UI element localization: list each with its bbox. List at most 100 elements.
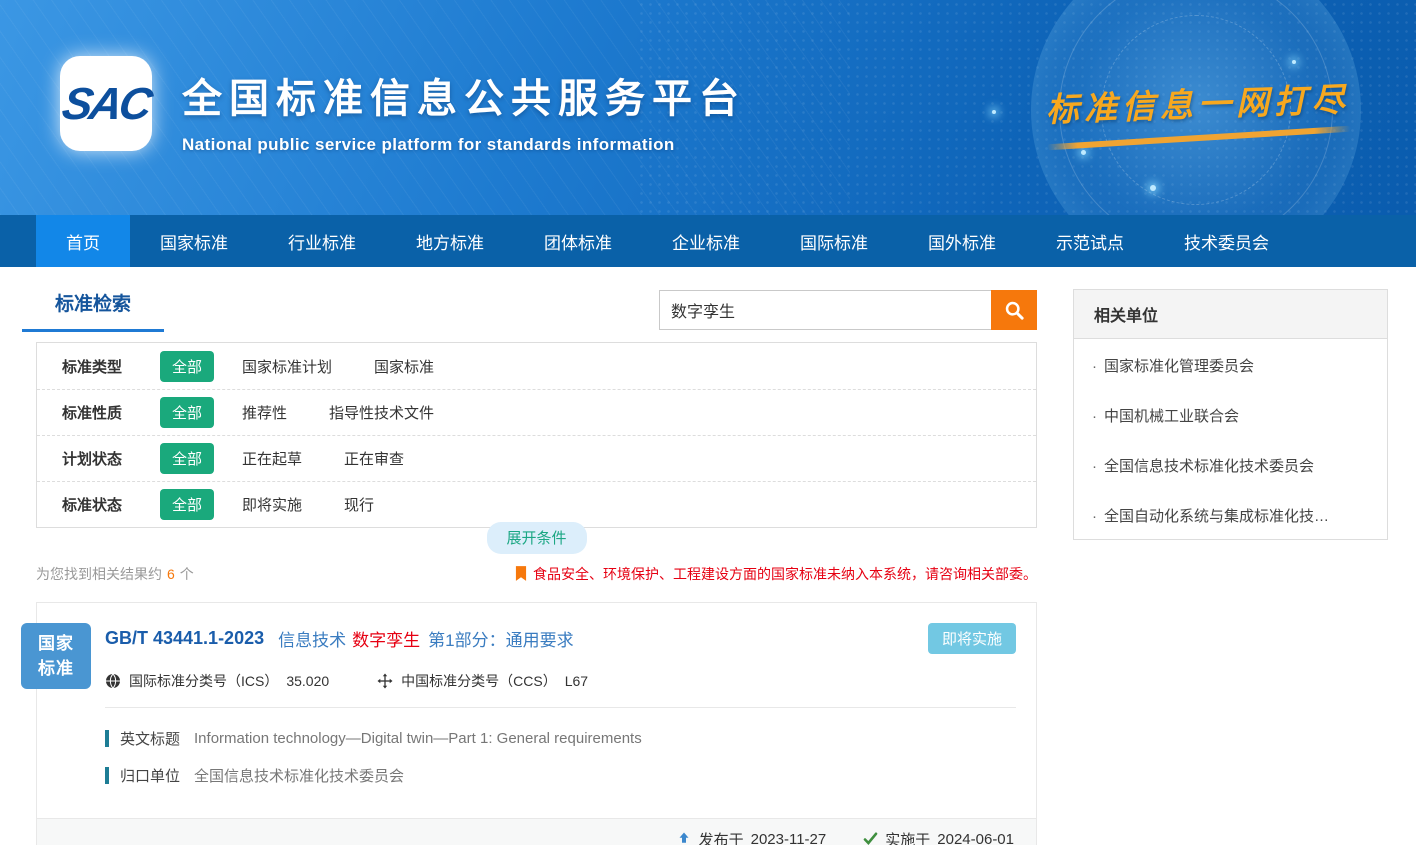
- related-units-panel: 相关单位 ·国家标准化管理委员会 ·中国机械工业联合会 · 全国信息技术标准化技术…: [1073, 289, 1388, 540]
- published-date-item: 发布于 2023-11-27: [676, 829, 827, 845]
- expand-conditions-button[interactable]: 展开条件: [486, 522, 586, 554]
- standard-title-row: GB/T 43441.1-2023 信息技术 数字孪生 第1部分：通用要求 即将…: [105, 623, 1016, 654]
- ccs-label: 中国标准分类号（CCS）: [401, 671, 557, 691]
- sidebar-item-it-standardization-committee[interactable]: · 全国信息技术标准化技术委员会: [1074, 439, 1387, 489]
- related-units-title: 相关单位: [1074, 290, 1387, 339]
- content-area: 标准检索 标准类型 全部 国家标准计划 国家标准 标准性质 全部 推荐性: [0, 267, 1416, 845]
- site-subtitle: National public service platform for sta…: [182, 135, 746, 155]
- main-nav: 首页 国家标准 行业标准 地方标准 团体标准 企业标准 国际标准 国外标准 示范…: [0, 215, 1416, 267]
- standard-title-part[interactable]: 第1部分：通用要求: [428, 626, 573, 651]
- filter-option[interactable]: 正在起草: [242, 448, 302, 469]
- results-count-prefix: 为您找到相关结果约: [36, 566, 162, 582]
- sidebar: 相关单位 ·国家标准化管理委员会 ·中国机械工业联合会 · 全国信息技术标准化技术…: [1073, 289, 1388, 845]
- card-details: 英文标题 Information technology—Digital twin…: [37, 708, 1036, 804]
- nav-item-technical-committee[interactable]: 技术委员会: [1154, 215, 1299, 267]
- sac-logo[interactable]: SAC: [60, 56, 152, 151]
- filter-all-button[interactable]: 全部: [160, 397, 214, 428]
- spark-dot: [1292, 60, 1296, 64]
- nav-item-home[interactable]: 首页: [36, 215, 130, 267]
- filter-all-button[interactable]: 全部: [160, 443, 214, 474]
- results-count-number: 6: [167, 566, 175, 582]
- nav-item-international-standards[interactable]: 国际标准: [770, 215, 898, 267]
- nav-item-enterprise-standards[interactable]: 企业标准: [642, 215, 770, 267]
- bullet: ·: [1092, 458, 1097, 475]
- spark-dot: [992, 110, 996, 114]
- filter-option[interactable]: 指导性技术文件: [329, 402, 434, 423]
- filter-option[interactable]: 即将实施: [242, 494, 302, 515]
- teal-bar: [105, 767, 109, 784]
- search-input[interactable]: [659, 290, 991, 330]
- sidebar-item-automation-committee[interactable]: · 全国自动化系统与集成标准化技…: [1074, 489, 1387, 539]
- english-title-row: 英文标题 Information technology—Digital twin…: [105, 728, 1016, 749]
- ics-meta: 国际标准分类号（ICS） 35.020: [105, 671, 329, 691]
- ics-label: 国际标准分类号（ICS）: [129, 671, 278, 691]
- filter-label: 标准状态: [62, 494, 160, 515]
- classification-row: 国际标准分类号（ICS） 35.020 中国标准分类号（CCS） L67: [105, 671, 1016, 708]
- detail-value: Information technology—Digital twin—Part…: [194, 730, 642, 747]
- compass-arrows-icon: [377, 673, 393, 689]
- results-count: 为您找到相关结果约 6个: [36, 564, 194, 584]
- spark-dot: [1081, 150, 1086, 155]
- standard-title-highlight[interactable]: 数字孪生: [352, 626, 420, 651]
- filter-row-standard-nature: 标准性质 全部 推荐性 指导性技术文件: [37, 389, 1036, 435]
- bullet: ·: [1092, 508, 1097, 525]
- implemented-date-item: 实施于 2024-06-01: [862, 829, 1014, 845]
- results-summary-row: 为您找到相关结果约 6个 食品安全、环境保护、工程建设方面的国家标准未纳入本系统，…: [36, 564, 1037, 584]
- filter-label: 计划状态: [62, 448, 160, 469]
- nav-item-national-standards[interactable]: 国家标准: [130, 215, 258, 267]
- filter-label: 标准类型: [62, 356, 160, 377]
- search-section: 标准检索: [36, 289, 1037, 332]
- bullet: ·: [1092, 358, 1097, 375]
- main-column: 标准检索 标准类型 全部 国家标准计划 国家标准 标准性质 全部 推荐性: [36, 289, 1037, 845]
- standard-result-card: 国家 标准 GB/T 43441.1-2023 信息技术 数字孪生 第1部分：通…: [36, 602, 1037, 845]
- implemented-date: 2024-06-01: [937, 831, 1014, 845]
- card-header: GB/T 43441.1-2023 信息技术 数字孪生 第1部分：通用要求 即将…: [37, 603, 1036, 708]
- card-footer: 发布于 2023-11-27 实施于 2024-06-01: [37, 818, 1036, 845]
- upload-arrow-icon: [676, 832, 692, 845]
- sidebar-item-sac[interactable]: ·国家标准化管理委员会: [1074, 339, 1387, 389]
- ics-value: 35.020: [286, 673, 329, 689]
- filter-option[interactable]: 国家标准计划: [242, 356, 332, 377]
- detail-label: 归口单位: [120, 765, 180, 786]
- committee-row: 归口单位 全国信息技术标准化技术委员会: [105, 765, 1016, 786]
- system-notice: 食品安全、环境保护、工程建设方面的国家标准未纳入本系统，请咨询相关部委。: [515, 564, 1037, 584]
- site-title-block: 全国标准信息公共服务平台 National public service pla…: [182, 66, 746, 155]
- sidebar-item-machinery-federation[interactable]: ·中国机械工业联合会: [1074, 389, 1387, 439]
- notice-text: 食品安全、环境保护、工程建设方面的国家标准未纳入本系统，请咨询相关部委。: [533, 564, 1037, 584]
- site-title: 全国标准信息公共服务平台: [182, 66, 746, 124]
- filter-row-standard-status: 标准状态 全部 即将实施 现行: [37, 481, 1036, 527]
- sidebar-item-label: 全国自动化系统与集成标准化技…: [1104, 508, 1329, 525]
- bullet: ·: [1092, 408, 1097, 425]
- filter-option[interactable]: 推荐性: [242, 402, 287, 423]
- implemented-label: 实施于: [885, 829, 930, 845]
- spark-dot: [1150, 185, 1156, 191]
- search-icon: [1004, 300, 1025, 321]
- results-count-suffix: 个: [180, 566, 194, 582]
- nav-item-local-standards[interactable]: 地方标准: [386, 215, 514, 267]
- badge-line: 标准: [38, 656, 74, 682]
- ccs-meta: 中国标准分类号（CCS） L67: [377, 671, 588, 691]
- sidebar-item-label: 全国信息技术标准化技术委员会: [1104, 458, 1314, 475]
- standard-title-part[interactable]: 信息技术: [278, 626, 346, 651]
- nav-item-foreign-standards[interactable]: 国外标准: [898, 215, 1026, 267]
- filter-all-button[interactable]: 全部: [160, 351, 214, 382]
- search-button[interactable]: [991, 290, 1037, 330]
- badge-line: 国家: [38, 631, 74, 657]
- filter-all-button[interactable]: 全部: [160, 489, 214, 520]
- globe-icon: [105, 673, 121, 689]
- header-banner: SAC 全国标准信息公共服务平台 National public service…: [0, 0, 1416, 215]
- filter-option[interactable]: 现行: [344, 494, 374, 515]
- filter-option[interactable]: 国家标准: [374, 356, 434, 377]
- teal-bar: [105, 730, 109, 747]
- filter-option[interactable]: 正在审查: [344, 448, 404, 469]
- nav-item-pilot[interactable]: 示范试点: [1026, 215, 1154, 267]
- standard-code-link[interactable]: GB/T 43441.1-2023: [105, 628, 264, 649]
- nav-item-industry-standards[interactable]: 行业标准: [258, 215, 386, 267]
- slogan-text: 标准信息一网打尽: [1045, 73, 1350, 132]
- search-box: [659, 290, 1037, 330]
- detail-label: 英文标题: [120, 728, 180, 749]
- bookmark-icon: [515, 566, 527, 582]
- filter-row-plan-status: 计划状态 全部 正在起草 正在审查: [37, 435, 1036, 481]
- page-title: 标准检索: [22, 289, 164, 332]
- nav-item-group-standards[interactable]: 团体标准: [514, 215, 642, 267]
